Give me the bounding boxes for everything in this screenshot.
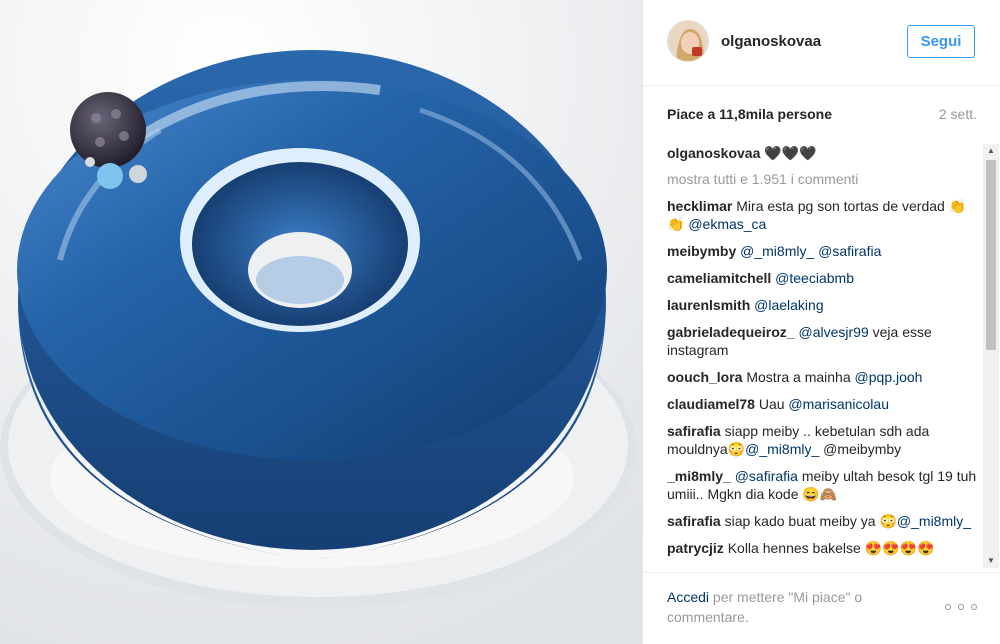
comments-container: hecklimar Mira esta pg son tortas de ver…: [667, 197, 983, 557]
comment-mention[interactable]: @pqp.jooh: [855, 369, 923, 385]
caption-text: 🖤🖤🖤: [760, 145, 817, 161]
comment-item: patrycjiz Kolla hennes bakelse 😍😍😍😍: [667, 539, 983, 557]
comment-text: Kolla hennes bakelse 😍😍😍😍: [723, 540, 935, 556]
comment-author[interactable]: hecklimar: [667, 198, 732, 214]
comment-item: oouch_lora Mostra a mainha @pqp.jooh: [667, 368, 983, 386]
comment-text: Uau: [754, 396, 789, 412]
comment-mention[interactable]: @teeciabmb: [775, 270, 854, 286]
dot-icon: [945, 604, 951, 610]
comments-scrollbar[interactable]: ▲ ▼: [983, 144, 999, 568]
comment-author[interactable]: safirafia: [667, 423, 721, 439]
comment-author[interactable]: claudiamel78: [667, 396, 755, 412]
login-prompt: Accedi per mettere "Mi piace" o commenta…: [667, 587, 927, 627]
comment-item: safirafia siapp meiby .. kebetulan sdh a…: [667, 422, 983, 458]
comment-author[interactable]: _mi8mly_: [667, 468, 731, 484]
comment-mention[interactable]: @laelaking: [754, 297, 823, 313]
comment-item: _mi8mly_ @safirafia meiby ultah besok tg…: [667, 467, 983, 503]
post-footer: Accedi per mettere "Mi piace" o commenta…: [643, 572, 1000, 644]
comment-text: siap kado buat meiby ya 😳: [720, 513, 897, 529]
comment-author[interactable]: gabrieladequeiroz_: [667, 324, 795, 340]
comment-author[interactable]: safirafia: [667, 513, 721, 529]
comment-item: cameliamitchell @teeciabmb: [667, 269, 983, 287]
comment-author[interactable]: meibymby: [667, 243, 736, 259]
likes-count[interactable]: Piace a 11,8mila persone: [667, 106, 832, 122]
comment-mention[interactable]: @marisanicolau: [788, 396, 889, 412]
comment-author[interactable]: laurenlsmith: [667, 297, 750, 313]
comment-text: Mostra a mainha: [742, 369, 855, 385]
follow-button[interactable]: Segui: [907, 25, 975, 58]
comment-mention[interactable]: @ekmas_ca: [688, 216, 766, 232]
caption-author[interactable]: olganoskovaa: [667, 145, 760, 161]
mirror-glaze-cake-image: [0, 0, 642, 644]
post-header: olganoskovaa Segui: [643, 0, 1000, 86]
scroll-up-arrow-icon[interactable]: ▲: [983, 144, 999, 158]
scrollbar-thumb[interactable]: [986, 160, 996, 350]
more-options-icon[interactable]: [945, 597, 977, 617]
comment-mention[interactable]: @safirafia: [735, 468, 798, 484]
load-more-comments[interactable]: mostra tutti e 1.951 i commenti: [667, 170, 983, 188]
post-side-panel: olganoskovaa Segui Piace a 11,8mila pers…: [642, 0, 1000, 644]
comment-item: gabrieladequeiroz_ @alvesjr99 veja esse …: [667, 323, 983, 359]
comment-item: meibymby @_mi8mly_ @safirafia: [667, 242, 983, 260]
post-photo[interactable]: [0, 0, 642, 644]
username-link[interactable]: olganoskovaa: [721, 33, 821, 50]
comment-author[interactable]: cameliamitchell: [667, 270, 771, 286]
comment-mention[interactable]: @_mi8mly_: [745, 441, 819, 457]
comment-author[interactable]: oouch_lora: [667, 369, 742, 385]
comment-item: claudiamel78 Uau @marisanicolau: [667, 395, 983, 413]
avatar[interactable]: [667, 20, 709, 62]
scroll-down-arrow-icon[interactable]: ▼: [983, 554, 999, 568]
likes-row: Piace a 11,8mila persone 2 sett.: [667, 106, 977, 126]
comment-item: laurenlsmith @laelaking: [667, 296, 983, 314]
dot-icon: [958, 604, 964, 610]
comment-mention[interactable]: @alvesjr99: [798, 324, 868, 340]
comment-mention[interactable]: @_mi8mly_: [897, 513, 971, 529]
comment-mention[interactable]: @_mi8mly_ @safirafia: [740, 243, 881, 259]
caption: olganoskovaa 🖤🖤🖤: [667, 144, 983, 162]
login-link[interactable]: Accedi: [667, 589, 709, 605]
dot-icon: [971, 604, 977, 610]
profile-picture: [668, 21, 708, 61]
comment-item: safirafia siap kado buat meiby ya 😳@_mi8…: [667, 512, 983, 530]
comment-text-tail: @meibymby: [819, 441, 902, 457]
comment-author[interactable]: patrycjiz: [667, 540, 724, 556]
post-timestamp[interactable]: 2 sett.: [939, 106, 977, 122]
comment-item: hecklimar Mira esta pg son tortas de ver…: [667, 197, 983, 233]
comments-list[interactable]: olganoskovaa 🖤🖤🖤 mostra tutti e 1.951 i …: [667, 144, 983, 568]
